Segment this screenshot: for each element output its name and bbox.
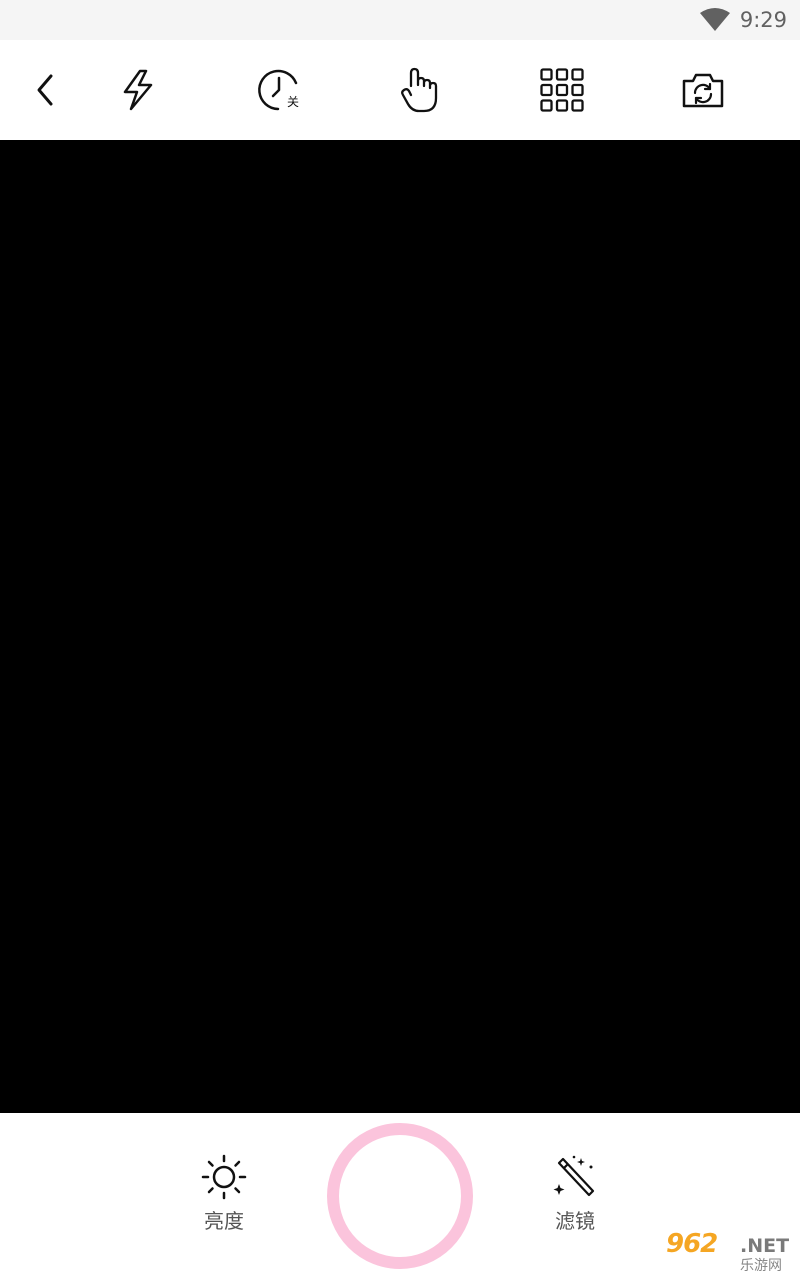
status-time: 9:29 — [739, 8, 787, 32]
touch-shutter-button[interactable] — [379, 40, 459, 140]
shutter-button[interactable] — [327, 1123, 473, 1269]
brightness-label: 亮度 — [204, 1209, 244, 1233]
touch-shutter-icon — [401, 67, 438, 113]
flash-icon — [123, 69, 153, 111]
back-button[interactable] — [6, 40, 86, 140]
grid-button[interactable] — [522, 40, 602, 140]
timer-button[interactable]: 关 — [240, 40, 320, 140]
watermark-suffix: .NET — [740, 1235, 790, 1257]
filter-label: 滤镜 — [555, 1209, 595, 1233]
grid-icon — [540, 68, 584, 112]
timer-off-badge: 关 — [287, 95, 299, 109]
back-chevron-icon — [37, 74, 53, 106]
brightness-icon — [201, 1154, 247, 1200]
switch-camera-icon — [682, 73, 724, 108]
timer-icon: 关 — [258, 69, 299, 111]
camera-toolbar: 关 — [0, 40, 800, 140]
watermark-logo: 962 .NET 乐游网 — [660, 1230, 796, 1276]
wifi-icon — [700, 8, 730, 31]
camera-viewfinder[interactable] — [0, 140, 800, 1113]
flash-button[interactable] — [98, 40, 178, 140]
status-bar: 9:29 — [0, 0, 800, 40]
watermark-brand: 962 — [666, 1229, 718, 1259]
magic-wand-icon — [553, 1155, 595, 1197]
brightness-button[interactable]: 亮度 — [164, 1153, 284, 1243]
filter-button[interactable]: 滤镜 — [515, 1153, 635, 1243]
watermark-subtitle: 乐游网 — [740, 1258, 782, 1274]
switch-camera-button[interactable] — [663, 40, 743, 140]
